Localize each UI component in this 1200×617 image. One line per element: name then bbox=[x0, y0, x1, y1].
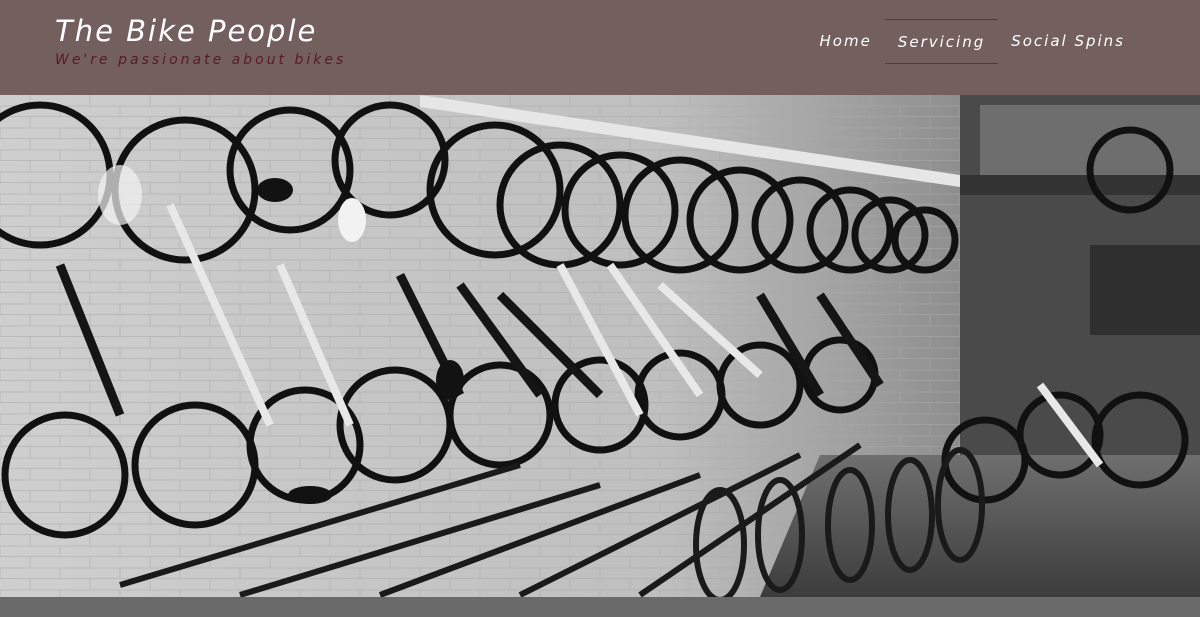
footer-bar bbox=[0, 597, 1200, 617]
site-title[interactable]: The Bike People bbox=[55, 14, 346, 48]
nav-home[interactable]: Home bbox=[807, 19, 885, 64]
nav-servicing[interactable]: Servicing bbox=[884, 19, 999, 64]
brand: The Bike People We're passionate about b… bbox=[55, 14, 346, 68]
site-tagline: We're passionate about bikes bbox=[55, 52, 347, 68]
hero-image bbox=[0, 95, 1200, 597]
bike-shop-photo bbox=[0, 95, 1200, 597]
nav-social-spins[interactable]: Social Spins bbox=[998, 19, 1138, 64]
site-header: The Bike People We're passionate about b… bbox=[0, 0, 1200, 95]
main-nav: Home Servicing Social Spins bbox=[807, 19, 1138, 64]
